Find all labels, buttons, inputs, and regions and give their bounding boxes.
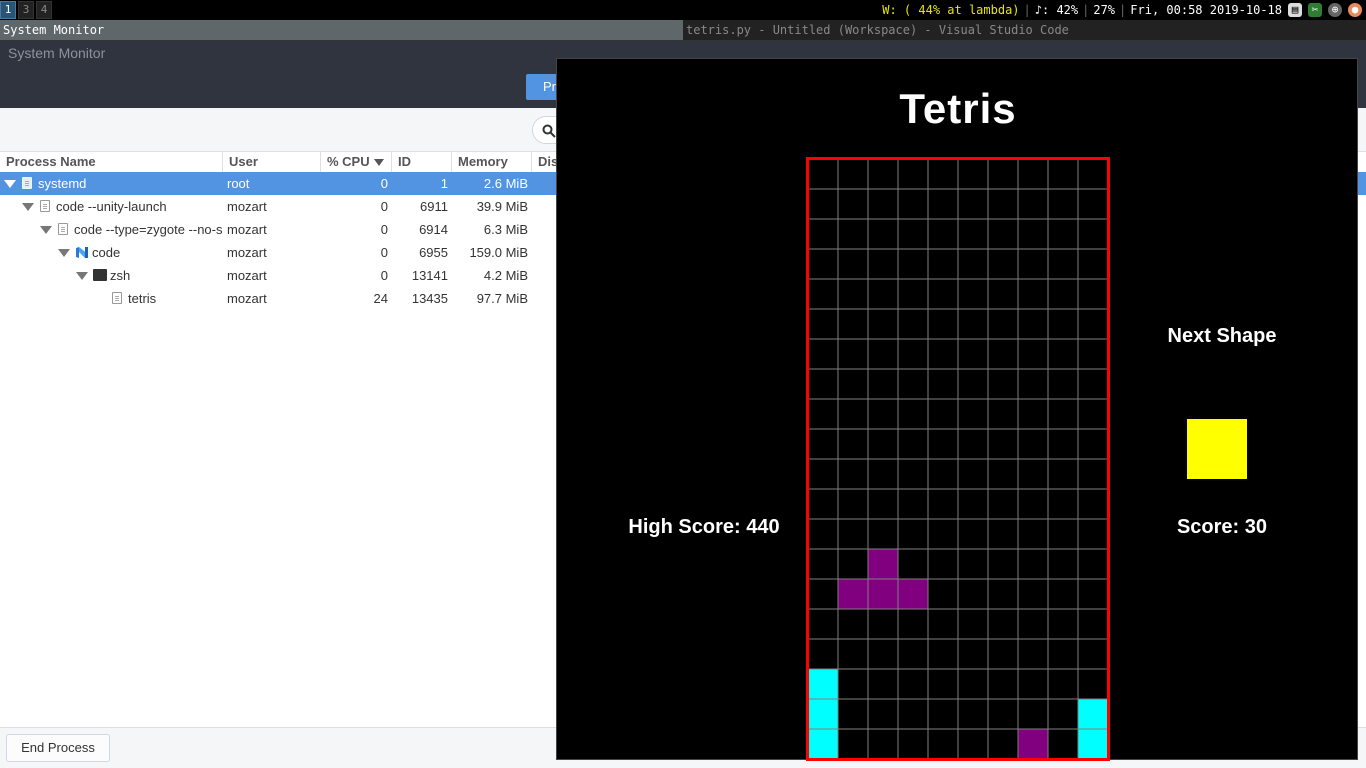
column-label: ID (398, 154, 411, 169)
process-memory: 39.9 MiB (476, 199, 528, 214)
column-id[interactable]: ID (391, 152, 451, 172)
column-label: Memory (458, 154, 508, 169)
status-separator: | (1082, 3, 1090, 17)
process-icon (22, 177, 32, 189)
expander-icon[interactable] (58, 249, 70, 257)
process-icon (58, 223, 68, 235)
block-cell (808, 669, 838, 699)
block-cell (1078, 729, 1108, 759)
workspace-4-button[interactable]: 4 (36, 1, 52, 19)
process-user: mozart (227, 291, 267, 306)
block-cell (868, 549, 898, 579)
block-cell (1078, 699, 1108, 729)
process-cpu: 0 (380, 199, 388, 214)
update-tray-icon[interactable]: ● (1348, 3, 1362, 17)
expander-icon[interactable] (76, 272, 88, 280)
process-name: code (92, 245, 121, 260)
process-name: systemd (38, 176, 87, 191)
block-cell (898, 579, 928, 609)
process-memory: 6.3 MiB (483, 222, 528, 237)
expander-icon[interactable] (40, 226, 52, 234)
process-memory: 2.6 MiB (483, 176, 528, 191)
wifi-status: W: ( 44% at lambda) (882, 3, 1020, 17)
block-cell (808, 699, 838, 729)
column-cpu[interactable]: % CPU (320, 152, 391, 172)
end-process-button[interactable]: End Process (6, 734, 110, 762)
column-process-name[interactable]: Process Name (0, 152, 222, 172)
score-label: Score: 30 (1176, 516, 1268, 538)
process-memory: 159.0 MiB (469, 245, 528, 260)
block-cell (838, 579, 868, 609)
expander-icon[interactable] (4, 180, 16, 188)
process-id: 6955 (419, 245, 448, 260)
column-user[interactable]: User (222, 152, 320, 172)
process-id: 6914 (419, 222, 448, 237)
process-user: root (227, 176, 250, 191)
datetime-status: Fri, 00:58 2019-10-18 (1130, 3, 1282, 17)
sort-descending-icon (373, 159, 384, 167)
game-board (806, 157, 1110, 761)
process-user: mozart (227, 268, 267, 283)
process-cpu: 0 (380, 245, 388, 260)
process-id: 6911 (420, 199, 448, 214)
status-separator: | (1119, 3, 1127, 17)
vscode-icon (76, 247, 88, 258)
process-name: zsh (110, 268, 131, 283)
battery-status: 27% (1093, 3, 1116, 17)
volume-status: ♪: 42% (1034, 3, 1079, 17)
column-label: % CPU (327, 154, 370, 169)
board-grid (806, 157, 1110, 761)
process-user: mozart (227, 222, 267, 237)
process-user: mozart (227, 245, 267, 260)
expander-icon[interactable] (22, 203, 34, 211)
tab-vscode[interactable]: tetris.py - Untitled (Workspace) - Visua… (683, 20, 1366, 41)
search-icon (542, 124, 556, 138)
process-icon (40, 200, 50, 212)
process-name: code --type=zygote --no-sandbox (74, 222, 222, 237)
workspace-3-button[interactable]: 3 (18, 1, 34, 19)
clipboard-tray-icon[interactable]: ▤ (1288, 3, 1302, 17)
process-id: 13141 (411, 268, 448, 283)
i3-status-bar: 1 3 4 W: ( 44% at lambda) | ♪: 42% | 27%… (0, 0, 1366, 20)
terminal-icon (93, 269, 107, 281)
process-cpu: 24 (373, 291, 388, 306)
process-user: mozart (227, 199, 267, 214)
next-shape-label: Next Shape (1167, 325, 1277, 347)
column-label: Process Name (6, 154, 96, 169)
block-cell (868, 579, 898, 609)
tetris-window[interactable]: Tetris High Score: 440 Next Shape Score:… (556, 58, 1358, 761)
status-area: W: ( 44% at lambda) | ♪: 42% | 27% | Fri… (882, 0, 1362, 20)
column-label: User (229, 154, 258, 169)
column-memory[interactable]: Memory (451, 152, 531, 172)
status-separator: | (1023, 3, 1031, 17)
process-id: 13435 (411, 291, 448, 306)
process-name: code --unity-launch (56, 199, 167, 214)
process-name: tetris (128, 291, 157, 306)
block-cell (808, 729, 838, 759)
process-memory: 97.7 MiB (476, 291, 528, 306)
next-shape-preview (1187, 419, 1247, 479)
process-cpu: 0 (380, 222, 388, 237)
window-tab-bar: System Monitor tetris.py - Untitled (Wor… (0, 20, 1366, 41)
process-memory: 4.2 MiB (483, 268, 528, 283)
process-icon (112, 292, 122, 304)
tab-system-monitor[interactable]: System Monitor (0, 20, 683, 41)
block-cell (1018, 729, 1048, 759)
high-score-label: High Score: 440 (628, 516, 780, 538)
workspace-1-button[interactable]: 1 (0, 1, 16, 19)
process-cpu: 0 (380, 176, 388, 191)
game-title: Tetris (899, 85, 1017, 132)
globe-tray-icon[interactable]: ⊕ (1328, 3, 1342, 17)
process-id: 1 (440, 176, 448, 191)
network-tray-icon[interactable]: ✂ (1308, 3, 1322, 17)
process-cpu: 0 (380, 268, 388, 283)
window-title: System Monitor (8, 45, 106, 61)
